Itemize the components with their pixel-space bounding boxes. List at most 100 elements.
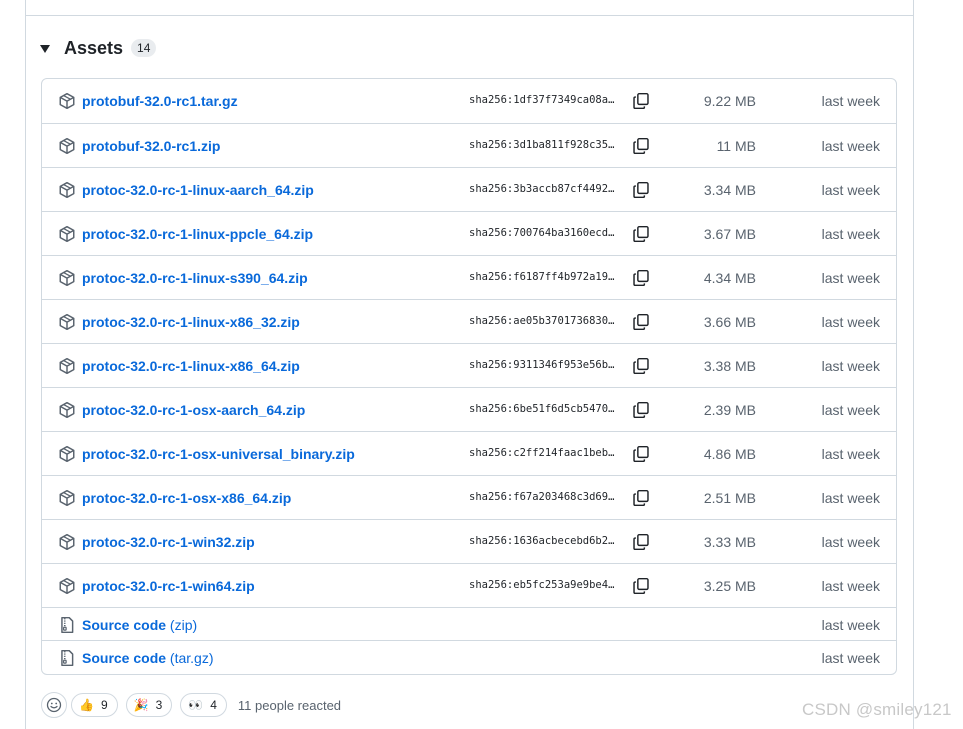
copy-icon[interactable]	[632, 313, 650, 331]
asset-download-link[interactable]: protoc-32.0-rc-1-linux-aarch_64.zip	[82, 182, 314, 198]
copy-icon[interactable]	[632, 357, 650, 375]
reaction-count: 4	[210, 698, 217, 712]
asset-download-link[interactable]: protobuf-32.0-rc1.tar.gz	[82, 93, 238, 109]
copy-icon[interactable]	[632, 92, 650, 110]
package-icon	[58, 445, 76, 463]
reaction-hooray[interactable]: 🎉 3	[125, 693, 173, 717]
copy-icon[interactable]	[632, 269, 650, 287]
asset-date: last week	[821, 649, 880, 666]
asset-date: last week	[821, 314, 880, 330]
package-icon	[58, 313, 76, 331]
asset-date: last week	[821, 534, 880, 550]
source-code-row: Source code (zip) last week	[42, 607, 896, 640]
asset-date: last week	[821, 138, 880, 154]
asset-sha256: sha256:700764ba3160ecd…	[469, 227, 615, 239]
asset-download-link[interactable]: protoc-32.0-rc-1-linux-x86_32.zip	[82, 314, 300, 330]
asset-size: 3.25 MB	[703, 578, 756, 594]
asset-row: protoc-32.0-rc-1-osx-universal_binary.zi…	[42, 431, 896, 475]
file-zip-icon	[58, 649, 76, 667]
asset-sha256: sha256:ae05b3701736830…	[469, 315, 615, 327]
asset-row: protoc-32.0-rc-1-linux-aarch_64.zip sha25…	[42, 167, 896, 211]
source-code-label: Source code	[82, 616, 167, 633]
copy-icon[interactable]	[632, 577, 650, 595]
package-icon	[58, 401, 76, 419]
reaction-thumbs-up[interactable]: 👍 9	[71, 693, 118, 717]
asset-row: protoc-32.0-rc-1-linux-ppcle_64.zip sha25…	[42, 211, 896, 255]
copy-icon[interactable]	[632, 445, 650, 463]
eyes-icon: 👀	[188, 698, 204, 712]
asset-date: last week	[821, 446, 880, 462]
smiley-icon	[46, 697, 62, 713]
asset-date: last week	[821, 402, 880, 418]
assets-count-badge: 14	[131, 39, 157, 57]
asset-sha256: sha256:1636acbecebd6b2…	[469, 535, 615, 547]
asset-date: last week	[821, 616, 880, 633]
asset-sha256: sha256:c2ff214faac1beb…	[469, 447, 615, 459]
source-code-label: Source code	[82, 649, 167, 666]
package-icon	[58, 137, 76, 155]
add-reaction-button[interactable]	[41, 692, 67, 718]
reaction-count: 3	[155, 698, 163, 712]
source-code-link[interactable]: Source code (tar.gz)	[82, 650, 214, 666]
asset-sha256: sha256:3b3accb87cf4492…	[469, 183, 615, 195]
asset-row: protoc-32.0-rc-1-osx-aarch_64.zip sha256:…	[42, 387, 896, 431]
asset-row: protoc-32.0-rc-1-osx-x86_64.zip sha256:f6…	[42, 475, 896, 519]
asset-date: last week	[821, 270, 880, 286]
package-icon	[58, 489, 76, 507]
assets-list: protobuf-32.0-rc1.tar.gz sha256:1df37f734…	[41, 78, 897, 675]
asset-size: 2.51 MB	[703, 490, 756, 506]
asset-download-link[interactable]: protoc-32.0-rc-1-linux-s390_64.zip	[82, 270, 308, 286]
asset-download-link[interactable]: protoc-32.0-rc-1-win64.zip	[82, 578, 255, 594]
asset-size: 4.34 MB	[703, 270, 756, 286]
asset-size: 3.38 MB	[703, 358, 756, 374]
asset-row: protoc-32.0-rc-1-linux-x86_32.zip sha256:…	[42, 299, 896, 343]
package-icon	[58, 269, 76, 287]
assets-title: Assets	[64, 37, 124, 58]
source-code-format: (zip)	[169, 616, 198, 633]
source-code-row: Source code (tar.gz) last week	[42, 640, 896, 673]
asset-sha256: sha256:eb5fc253a9e9be4…	[469, 579, 615, 591]
asset-download-link[interactable]: protoc-32.0-rc-1-linux-x86_64.zip	[82, 358, 300, 374]
package-icon	[58, 577, 76, 595]
asset-date: last week	[821, 182, 880, 198]
package-icon	[58, 181, 76, 199]
reaction-eyes[interactable]: 👀 4	[180, 693, 227, 717]
caret-down-icon[interactable]	[40, 45, 50, 53]
asset-row: protoc-32.0-rc-1-linux-s390_64.zip sha256…	[42, 255, 896, 299]
asset-size: 3.67 MB	[703, 226, 756, 242]
copy-icon[interactable]	[632, 225, 650, 243]
asset-size: 11 MB	[716, 138, 756, 154]
asset-download-link[interactable]: protoc-32.0-rc-1-osx-universal_binary.zi…	[82, 446, 355, 462]
asset-download-link[interactable]: protoc-32.0-rc-1-osx-aarch_64.zip	[82, 402, 305, 418]
asset-download-link[interactable]: protobuf-32.0-rc1.zip	[82, 138, 220, 154]
asset-date: last week	[821, 578, 880, 594]
file-zip-icon	[58, 616, 76, 634]
asset-download-link[interactable]: protoc-32.0-rc-1-linux-ppcle_64.zip	[82, 226, 313, 242]
copy-icon[interactable]	[632, 181, 650, 199]
asset-size: 3.66 MB	[703, 314, 756, 330]
reaction-count: 9	[100, 698, 108, 712]
watermark: CSDN @smiley121	[802, 700, 952, 719]
package-icon	[58, 92, 76, 110]
source-code-format: (tar.gz)	[169, 649, 214, 666]
copy-icon[interactable]	[632, 533, 650, 551]
asset-date: last week	[821, 226, 880, 242]
copy-icon[interactable]	[632, 401, 650, 419]
asset-row: protoc-32.0-rc-1-win32.zip sha256:1636acb…	[42, 519, 896, 563]
asset-date: last week	[821, 490, 880, 506]
asset-size: 2.39 MB	[703, 402, 756, 418]
asset-download-link[interactable]: protoc-32.0-rc-1-win32.zip	[82, 534, 255, 550]
asset-size: 3.34 MB	[703, 182, 756, 198]
asset-row: protoc-32.0-rc-1-win64.zip sha256:eb5fc25…	[42, 563, 896, 607]
package-icon	[58, 357, 76, 375]
reactions-bar: 👍 9 🎉 3 👀 4 11 people reacted	[41, 692, 341, 718]
asset-download-link[interactable]: protoc-32.0-rc-1-osx-x86_64.zip	[82, 490, 291, 506]
copy-icon[interactable]	[632, 489, 650, 507]
asset-size: 9.22 MB	[703, 93, 756, 109]
section-divider	[26, 15, 913, 16]
assets-toggle[interactable]: Assets 14	[40, 36, 157, 60]
asset-date: last week	[821, 93, 880, 109]
source-code-link[interactable]: Source code (zip)	[82, 617, 197, 633]
copy-icon[interactable]	[632, 137, 650, 155]
reactions-summary: 11 people reacted	[237, 697, 342, 713]
